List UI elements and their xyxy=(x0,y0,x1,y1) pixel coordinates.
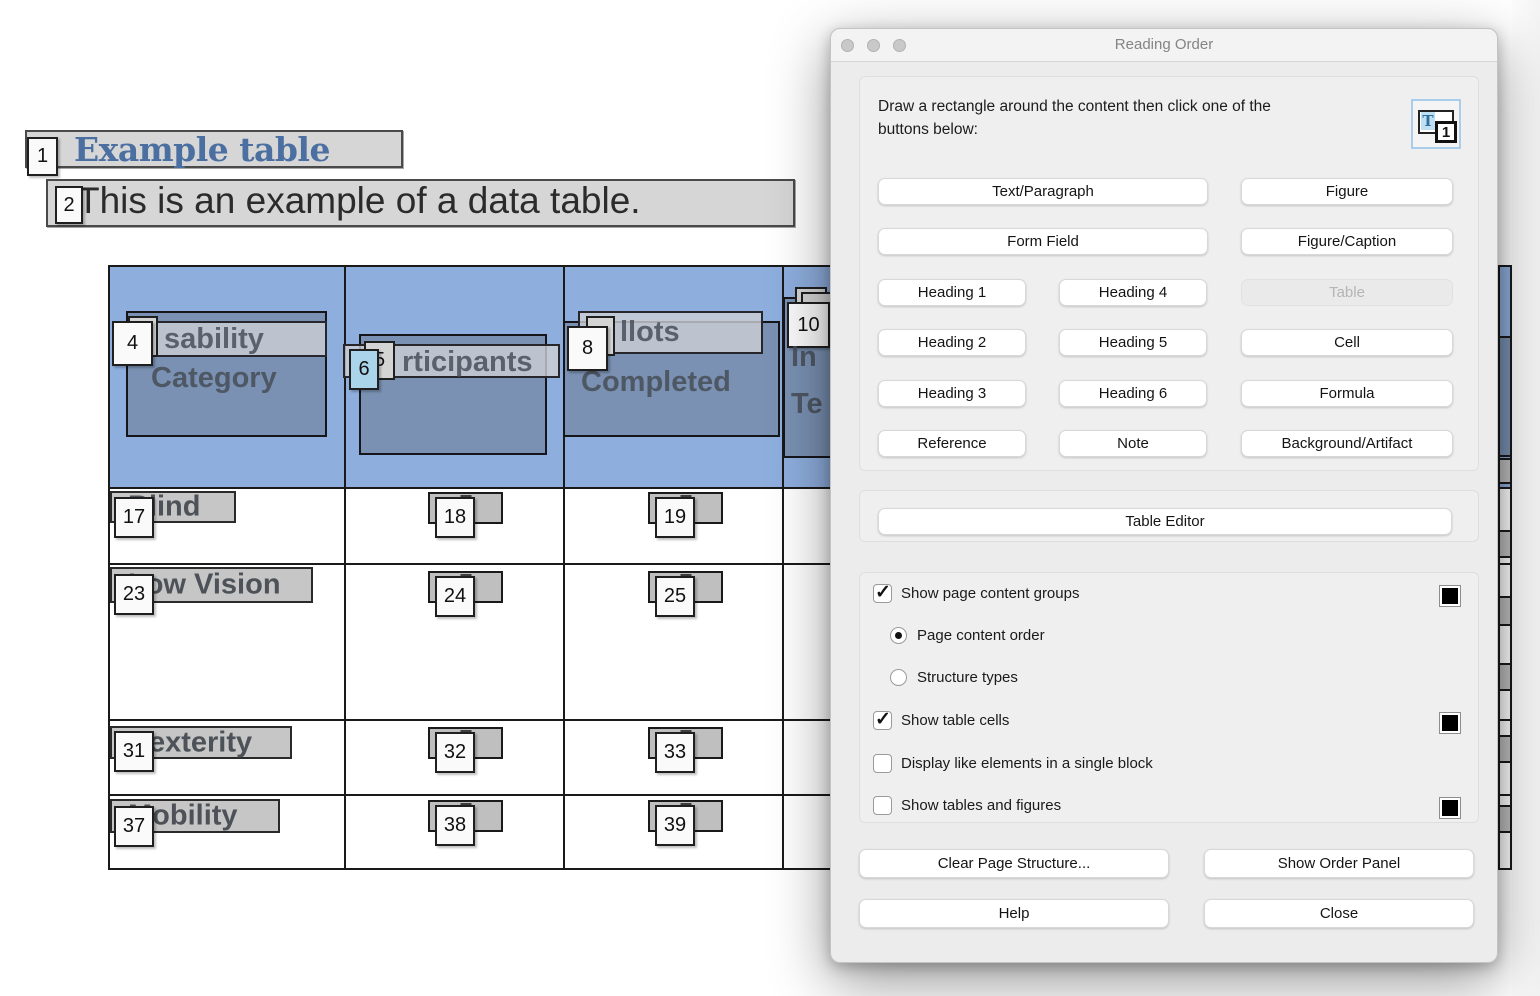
cell-highlight-edge xyxy=(1498,458,1512,484)
document-heading: Example table xyxy=(74,130,330,169)
reading-order-tag-25[interactable]: 25 xyxy=(655,576,695,617)
dialog-title: Reading Order xyxy=(831,36,1497,53)
option-show-table-cells[interactable]: ✓ Show table cells xyxy=(873,711,1009,730)
touchup-reading-order-icon: T 1 xyxy=(1411,99,1461,149)
reading-order-tag-31[interactable]: 31 xyxy=(114,731,154,772)
header-col3-line1: llots xyxy=(620,316,680,349)
note-button[interactable]: Note xyxy=(1059,430,1207,457)
page-edge xyxy=(1512,0,1540,996)
reading-order-tag-2[interactable]: 2 xyxy=(55,186,83,224)
radio-dot xyxy=(895,632,902,639)
check-icon: ✓ xyxy=(875,708,891,731)
checkbox-unchecked[interactable] xyxy=(873,796,892,815)
document-paragraph: This is an example of a data table. xyxy=(77,180,641,222)
reading-order-tag-24[interactable]: 24 xyxy=(435,576,475,617)
radio-unselected[interactable] xyxy=(890,669,907,686)
paragraph-highlight[interactable]: This is an example of a data table. xyxy=(46,179,795,227)
instruction-line-1: Draw a rectangle around the content then… xyxy=(878,95,1358,118)
reading-order-tag-6-selected[interactable]: 6 xyxy=(349,349,379,390)
header-col4-line2: Te xyxy=(791,388,823,421)
checkbox-unchecked[interactable] xyxy=(873,754,892,773)
instruction-text: Draw a rectangle around the content then… xyxy=(878,95,1358,141)
icon-number-1: 1 xyxy=(1435,121,1457,143)
highlight-color-swatch[interactable] xyxy=(1439,585,1461,607)
checkbox-checked[interactable]: ✓ xyxy=(873,711,892,730)
reading-order-tag-37[interactable]: 37 xyxy=(114,806,154,847)
table-button: Table xyxy=(1241,279,1453,306)
cell-highlight-edge xyxy=(1498,735,1512,763)
option-label: Structure types xyxy=(917,669,1018,686)
form-field-button[interactable]: Form Field xyxy=(878,228,1208,255)
reading-order-tag-39[interactable]: 39 xyxy=(655,805,695,846)
heading-1-button[interactable]: Heading 1 xyxy=(878,279,1026,306)
header-col4-line1: In xyxy=(791,341,817,374)
formula-button[interactable]: Formula xyxy=(1241,380,1453,407)
reading-order-tag-1[interactable]: 1 xyxy=(27,137,58,176)
header-col2-line1: rticipants xyxy=(402,346,533,379)
option-label: Display like elements in a single block xyxy=(901,755,1153,772)
option-display-like-elements[interactable]: Display like elements in a single block xyxy=(873,754,1153,773)
help-button[interactable]: Help xyxy=(859,899,1169,928)
heading-3-button[interactable]: Heading 3 xyxy=(878,380,1026,407)
options-group xyxy=(859,572,1479,823)
heading-4-button[interactable]: Heading 4 xyxy=(1059,279,1207,306)
reading-order-tag-32[interactable]: 32 xyxy=(435,732,475,773)
close-button[interactable]: Close xyxy=(1204,899,1474,928)
cell-button[interactable]: Cell xyxy=(1241,329,1453,356)
option-page-content-order[interactable]: Page content order xyxy=(890,627,1045,644)
heading-2-button[interactable]: Heading 2 xyxy=(878,329,1026,356)
option-label: Page content order xyxy=(917,627,1045,644)
cell-highlight-edge xyxy=(1498,805,1512,833)
header-col1-line2: Category xyxy=(151,362,277,395)
heading-5-button[interactable]: Heading 5 xyxy=(1059,329,1207,356)
icon-letter-t: T xyxy=(1421,112,1435,130)
table-editor-button[interactable]: Table Editor xyxy=(878,508,1452,535)
reading-order-tag-19[interactable]: 19 xyxy=(655,497,695,538)
cell-highlight-edge xyxy=(1498,530,1512,558)
heading-6-button[interactable]: Heading 6 xyxy=(1059,380,1207,407)
figure-button[interactable]: Figure xyxy=(1241,178,1453,205)
dialog-titlebar[interactable]: Reading Order xyxy=(831,29,1497,62)
reading-order-tag-8[interactable]: 8 xyxy=(567,326,608,371)
header-col1-line1: sability xyxy=(164,323,264,356)
highlight-color-swatch[interactable] xyxy=(1439,712,1461,734)
reading-order-tag-33[interactable]: 33 xyxy=(655,732,695,773)
option-label: Show tables and figures xyxy=(901,797,1061,814)
cell-highlight-edge xyxy=(1498,596,1512,626)
check-icon: ✓ xyxy=(875,581,891,604)
highlight-color-swatch[interactable] xyxy=(1439,797,1461,819)
reading-order-tag-17[interactable]: 17 xyxy=(114,497,154,538)
show-order-panel-button[interactable]: Show Order Panel xyxy=(1204,849,1474,878)
figure-caption-button[interactable]: Figure/Caption xyxy=(1241,228,1453,255)
header-cell-highlight-edge xyxy=(1498,336,1512,457)
clear-page-structure-button[interactable]: Clear Page Structure... xyxy=(859,849,1169,878)
reading-order-dialog: Reading Order Draw a rectangle around th… xyxy=(830,28,1498,963)
cell-highlight-edge xyxy=(1498,663,1512,691)
radio-selected[interactable] xyxy=(890,627,907,644)
instruction-line-2: buttons below: xyxy=(878,118,1358,141)
heading-highlight[interactable]: Example table xyxy=(25,130,403,168)
option-label: Show table cells xyxy=(901,712,1009,729)
reading-order-tag-38[interactable]: 38 xyxy=(435,805,475,846)
reading-order-tag-23[interactable]: 23 xyxy=(114,574,154,615)
reference-button[interactable]: Reference xyxy=(878,430,1026,457)
option-structure-types[interactable]: Structure types xyxy=(890,669,1018,686)
background-artifact-button[interactable]: Background/Artifact xyxy=(1241,430,1453,457)
text-paragraph-button[interactable]: Text/Paragraph xyxy=(878,178,1208,205)
reading-order-tag-4[interactable]: 4 xyxy=(112,321,153,366)
header-content-highlight[interactable]: sability xyxy=(130,321,327,357)
acrobat-canvas: Example table 1 This is an example of a … xyxy=(0,0,1540,996)
option-show-tables-and-figures[interactable]: Show tables and figures xyxy=(873,796,1061,815)
option-show-page-content-groups[interactable]: ✓ Show page content groups xyxy=(873,584,1079,603)
checkbox-checked[interactable]: ✓ xyxy=(873,584,892,603)
reading-order-tag-18[interactable]: 18 xyxy=(435,497,475,538)
option-label: Show page content groups xyxy=(901,585,1079,602)
